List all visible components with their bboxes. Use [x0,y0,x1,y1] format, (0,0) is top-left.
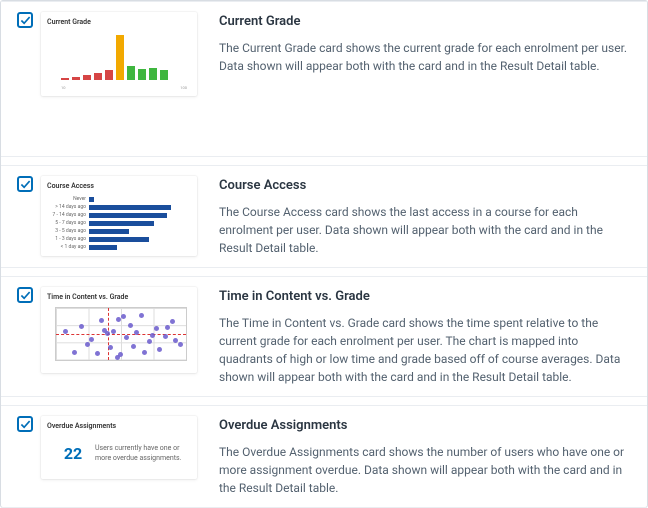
card-row-time-vs-grade: Time in Content vs. Grade [1,276,647,397]
current-grade-thumb: Current Grade 10 100 [41,12,197,96]
thumb-title: Time in Content vs. Grade [47,293,191,301]
text-col: Current Grade The Current Grade card sho… [219,10,631,75]
bar [83,75,91,80]
bar [89,229,129,234]
text-col: Course Access The Course Access card sho… [219,174,631,257]
card-title: Time in Content vs. Grade [219,289,631,304]
bar [116,35,124,80]
card-row-current-grade: Current Grade 10 100 Current Grade The C… [1,1,647,157]
course-access-thumb: Course Access Never > 14 days ago 7 - 14… [41,176,197,256]
current-grade-chart: 10 100 [47,30,191,90]
thumb-title: Overdue Assignments [47,422,191,430]
checkbox-current-grade[interactable] [17,12,33,28]
bar [89,245,117,250]
overdue-thumb: Overdue Assignments 22 Users currently h… [41,416,197,479]
overdue-text: Users currently have one or more overdue… [95,444,187,462]
bar [61,78,69,80]
bar [105,70,113,80]
checkbox-course-access[interactable] [17,176,33,192]
card-desc: The Time in Content vs. Grade card shows… [219,314,631,386]
thumb-col: Overdue Assignments 22 Users currently h… [41,414,201,479]
check-icon [20,15,31,26]
text-col: Time in Content vs. Grade The Time in Co… [219,285,631,386]
card-desc: The Course Access card shows the last ac… [219,203,631,257]
bar [89,237,149,242]
check-icon [20,179,31,190]
bar [89,213,167,218]
scatter-chart [47,305,191,367]
ca-label: Never [49,196,89,202]
checkbox-col [17,174,41,192]
thumb-title: Course Access [47,182,191,190]
ca-label: < 1 day ago [49,244,89,250]
checkbox-time-vs-grade[interactable] [17,287,33,303]
checkbox-overdue[interactable] [17,416,33,432]
ca-label: > 14 days ago [49,204,89,210]
bar [89,197,94,202]
course-access-chart: Never > 14 days ago 7 - 14 days ago 5 - … [47,194,191,250]
check-icon [20,419,31,430]
xtick: 10 [61,85,66,90]
ca-label: 7 - 14 days ago [49,212,89,218]
thumb-col: Time in Content vs. Grade [41,285,201,373]
bar [160,70,168,80]
thumb-col: Current Grade 10 100 [41,10,201,96]
card-title: Current Grade [219,14,631,29]
bar [72,77,80,80]
time-grade-thumb: Time in Content vs. Grade [41,287,197,373]
thumb-col: Course Access Never > 14 days ago 7 - 14… [41,174,201,256]
card-title: Overdue Assignments [219,418,631,433]
checkbox-col [17,10,41,28]
bar [149,68,157,80]
thumb-title: Current Grade [47,18,191,26]
bar [89,221,154,226]
ca-label: 3 - 5 days ago [49,228,89,234]
xtick: 100 [180,85,187,90]
check-icon [20,290,31,301]
ca-label: 5 - 7 days ago [49,220,89,226]
bar [89,205,171,210]
text-col: Overdue Assignments The Overdue Assignme… [219,414,631,497]
checkbox-col [17,414,41,432]
ca-label: 1 - 3 days ago [49,236,89,242]
card-title: Course Access [219,178,631,193]
bar [127,66,135,80]
bar [138,69,146,80]
card-desc: The Current Grade card shows the current… [219,39,631,75]
card-row-course-access: Course Access Never > 14 days ago 7 - 14… [1,165,647,268]
card-desc: The Overdue Assignments card shows the n… [219,443,631,497]
checkbox-col [17,285,41,303]
bar [94,73,102,81]
card-row-overdue: Overdue Assignments 22 Users currently h… [1,405,647,508]
scatter-grid [55,307,187,361]
overdue-count: 22 [51,444,95,463]
overdue-body: 22 Users currently have one or more over… [47,434,191,473]
